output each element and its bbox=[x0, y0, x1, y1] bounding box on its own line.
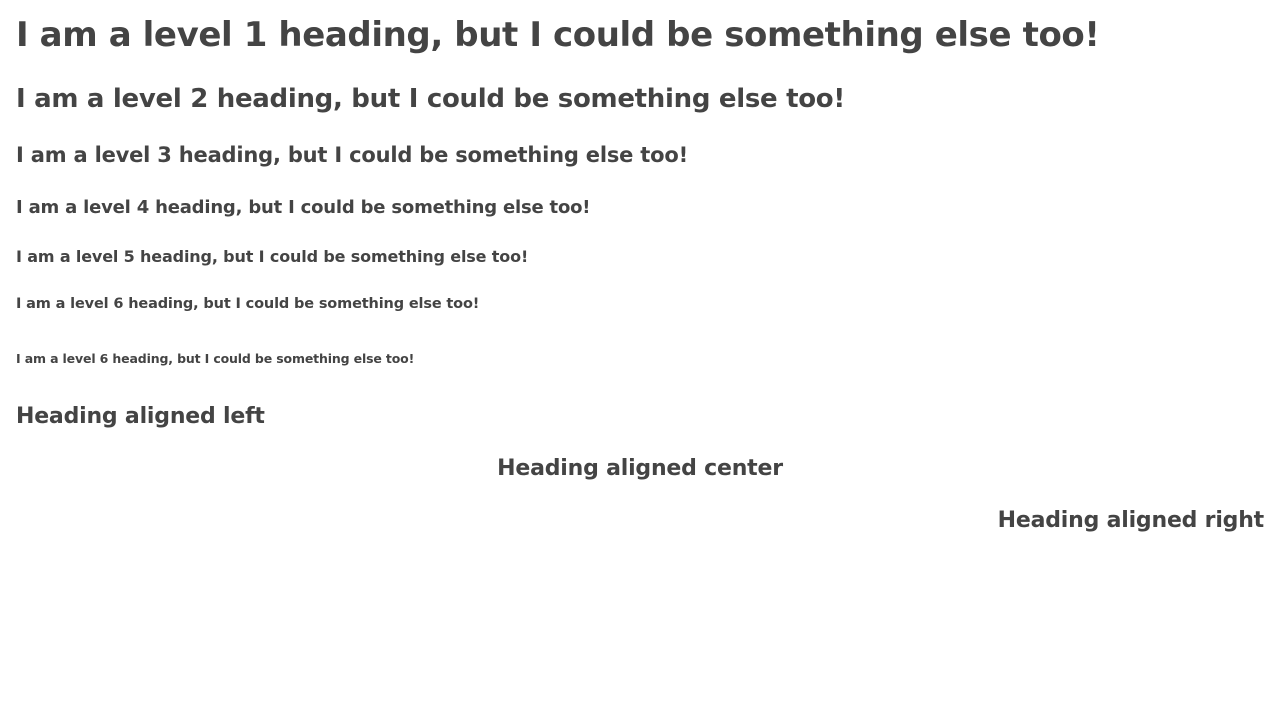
heading-aligned-right: Heading aligned right bbox=[997, 508, 1265, 533]
heading-level-3: I am a level 3 heading, but I could be s… bbox=[16, 143, 688, 167]
heading-level-6: I am a level 6 heading, but I could be s… bbox=[16, 296, 480, 312]
heading-level-4: I am a level 4 heading, but I could be s… bbox=[16, 197, 591, 218]
heading-level-6-small: I am a level 6 heading, but I could be s… bbox=[16, 351, 415, 366]
heading-level-1: I am a level 1 heading, but I could be s… bbox=[16, 15, 1100, 55]
heading-aligned-center: Heading aligned center bbox=[497, 456, 783, 481]
page: I am a level 1 heading, but I could be s… bbox=[0, 0, 1280, 720]
heading-aligned-left: Heading aligned left bbox=[16, 404, 265, 429]
heading-level-5: I am a level 5 heading, but I could be s… bbox=[16, 247, 529, 266]
heading-level-2: I am a level 2 heading, but I could be s… bbox=[16, 84, 845, 114]
